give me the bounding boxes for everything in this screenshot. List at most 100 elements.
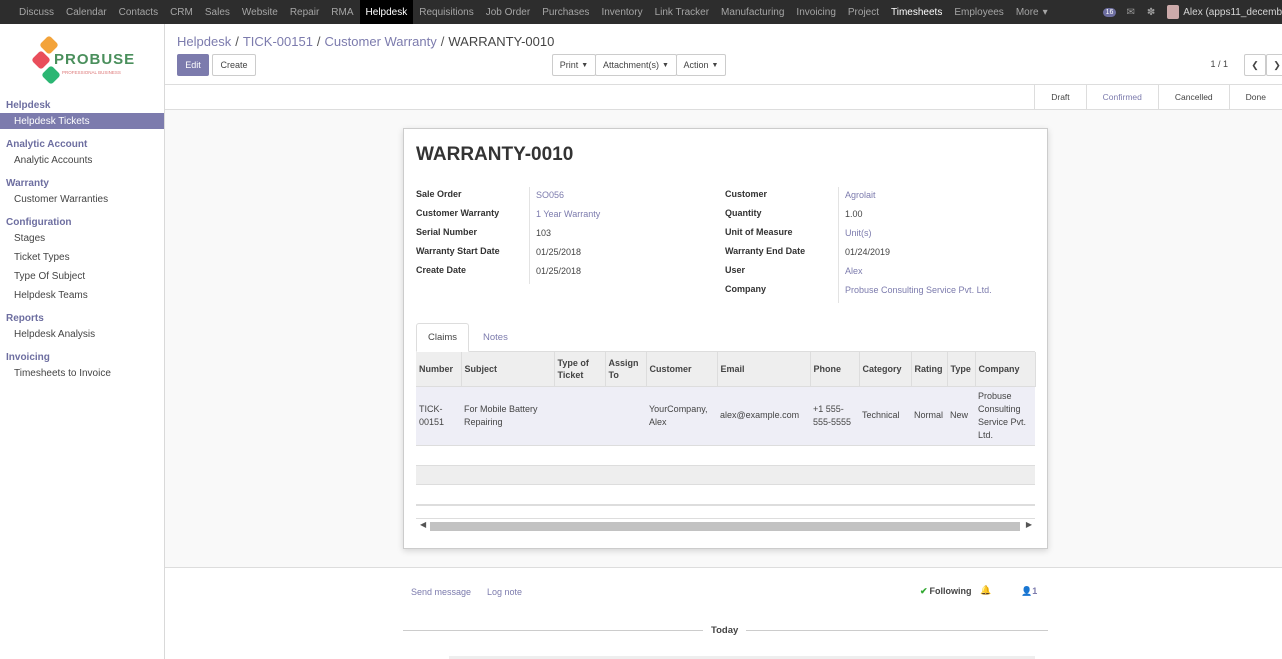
column-header[interactable]: Type of Ticket [554,352,606,386]
field-value: 01/25/2018 [536,247,582,257]
chevron-right-icon: ❯ [1273,59,1281,70]
table-row[interactable]: TICK-00151 For Mobile Battery Repairing Yo… [416,385,1035,446]
sidebar-item-stages[interactable]: Stages [0,230,164,246]
field-value[interactable]: Agrolait [845,190,876,200]
stage-draft[interactable]: Draft [1034,85,1085,109]
nav-item-sales[interactable]: Sales [199,0,236,24]
field-value[interactable]: SO056 [536,190,564,200]
field-label: Quantity [725,208,762,218]
nav-item-contacts[interactable]: Contacts [113,0,164,24]
followers-count: 1 [1032,586,1038,596]
sidebar-section-reports: Reports [6,313,44,324]
table-cell: TICK-00151 [416,385,461,446]
avatar[interactable] [1167,5,1180,19]
sidebar-item-customer-warranties[interactable]: Customer Warranties [0,191,164,207]
field-value[interactable]: Probuse Consulting Service Pvt. Ltd. [845,285,992,295]
scroll-right-icon[interactable]: ▶ [1026,520,1032,529]
column-header[interactable]: Number [416,352,462,386]
tab-claims[interactable]: Claims [416,323,470,352]
nav-item-manufacturing[interactable]: Manufacturing [715,0,790,24]
column-header[interactable]: Category [859,352,912,386]
bell-icon[interactable]: 🔔 [980,585,991,596]
stage-confirmed[interactable]: Confirmed [1085,85,1158,109]
stage-done[interactable]: Done [1228,85,1282,109]
sidebar-item-timesheets-to-invoice[interactable]: Timesheets to Invoice [0,365,164,381]
log-note-button[interactable]: Log note [487,587,522,597]
nav-item-job-order[interactable]: Job Order [480,0,536,24]
following-button[interactable]: ✔ Following [920,586,972,597]
nav-item-link-tracker[interactable]: Link Tracker [649,0,715,24]
breadcrumb-ticket[interactable]: TICK-00151 [243,34,313,49]
field-value: 1.00 [845,209,863,219]
field-divider [838,187,839,303]
action-button[interactable]: Action ▼ [676,54,726,76]
column-header[interactable]: Subject [461,352,555,386]
field-label: Sale Order [416,189,462,199]
send-message-button[interactable]: Send message [411,587,471,597]
breadcrumb-separator: / [316,34,321,49]
company-logo: PROBUSE PROFESSIONAL BUSINESS [30,34,135,88]
nav-item-discuss[interactable]: Discuss [13,0,60,24]
notification-badge[interactable]: 16 [1102,7,1117,17]
nav-item-project[interactable]: Project [842,0,885,24]
sidebar-item-helpdesk-analysis[interactable]: Helpdesk Analysis [0,326,164,342]
breadcrumb-separator: / [235,34,239,49]
column-header[interactable]: Customer [646,352,718,386]
nav-item-employees[interactable]: Employees [948,0,1009,24]
followers-button[interactable]: 👤1 [1021,586,1037,597]
chat-icon[interactable]: ✉ [1126,7,1134,18]
field-label: Unit of Measure [725,227,793,237]
nav-item-inventory[interactable]: Inventory [595,0,648,24]
nav-item-requisitions[interactable]: Requisitions [413,0,479,24]
tab-notes[interactable]: Notes [472,323,519,352]
nav-item-calendar[interactable]: Calendar [60,0,113,24]
edit-button[interactable]: Edit [177,54,209,76]
field-value[interactable]: Alex [845,266,863,276]
nav-item-invoicing[interactable]: Invoicing [790,0,841,24]
print-button[interactable]: Print ▼ [552,54,596,76]
attachments-button[interactable]: Attachment(s) ▼ [595,54,677,76]
column-header[interactable]: Assign To [605,352,647,386]
nav-item-website[interactable]: Website [236,0,284,24]
column-header[interactable]: Phone [810,352,860,386]
nav-item-timesheets[interactable]: Timesheets [885,0,948,24]
nav-item-more[interactable]: More ▾ [1010,0,1054,24]
chatter: Send message Log note ✔ Following 🔔 👤1 To… [165,567,1282,659]
breadcrumb-customer-warranty[interactable]: Customer Warranty [325,34,437,49]
nav-item-rma[interactable]: RMA [325,0,359,24]
pager-previous-button[interactable]: ❮ [1244,54,1266,76]
field-value[interactable]: Unit(s) [845,228,872,238]
sidebar-item-helpdesk-teams[interactable]: Helpdesk Teams [0,287,164,303]
nav-item-crm[interactable]: CRM [164,0,199,24]
field-label: Customer Warranty [416,208,500,218]
action-label: Action [683,60,709,70]
column-header[interactable]: Email [717,352,811,386]
chevron-left-icon: ❮ [1251,59,1259,70]
stage-cancelled[interactable]: Cancelled [1157,85,1229,109]
pager-value[interactable]: 1 / 1 [1210,59,1228,69]
scrollbar-thumb[interactable] [430,522,1020,531]
field-value[interactable]: 1 Year Warranty [536,209,600,219]
create-button[interactable]: Create [212,54,256,76]
sidebar-item-helpdesk-tickets[interactable]: Helpdesk Tickets [0,113,164,129]
pager-next-button[interactable]: ❯ [1266,54,1282,76]
user-menu[interactable]: Alex (apps11_decemb [1183,7,1282,18]
scroll-left-icon[interactable]: ◀ [420,520,426,529]
field-divider [529,187,530,284]
sidebar-section-analytic-account: Analytic Account [6,139,88,150]
sidebar-section-invoicing: Invoicing [6,352,50,363]
sidebar-item-ticket-types[interactable]: Ticket Types [0,249,164,265]
column-header[interactable]: Rating [911,352,948,386]
column-header[interactable]: Type [947,352,976,386]
nav-item-helpdesk[interactable]: Helpdesk [359,0,414,24]
sidebar-item-analytic-accounts[interactable]: Analytic Accounts [0,152,164,168]
top-navbar: Discuss Calendar Contacts CRM Sales Website Re… [0,0,1282,24]
nav-item-repair[interactable]: Repair [284,0,325,24]
horizontal-scrollbar[interactable]: ◀ ▶ [416,518,1035,532]
table-cell: +1 555-555-5555 [810,385,859,446]
sidebar-item-type-of-subject[interactable]: Type Of Subject [0,268,164,284]
breadcrumb-helpdesk[interactable]: Helpdesk [177,34,231,49]
column-header[interactable]: Company [975,352,1036,386]
nav-item-purchases[interactable]: Purchases [536,0,595,24]
bug-icon[interactable]: ✽ [1147,7,1155,18]
